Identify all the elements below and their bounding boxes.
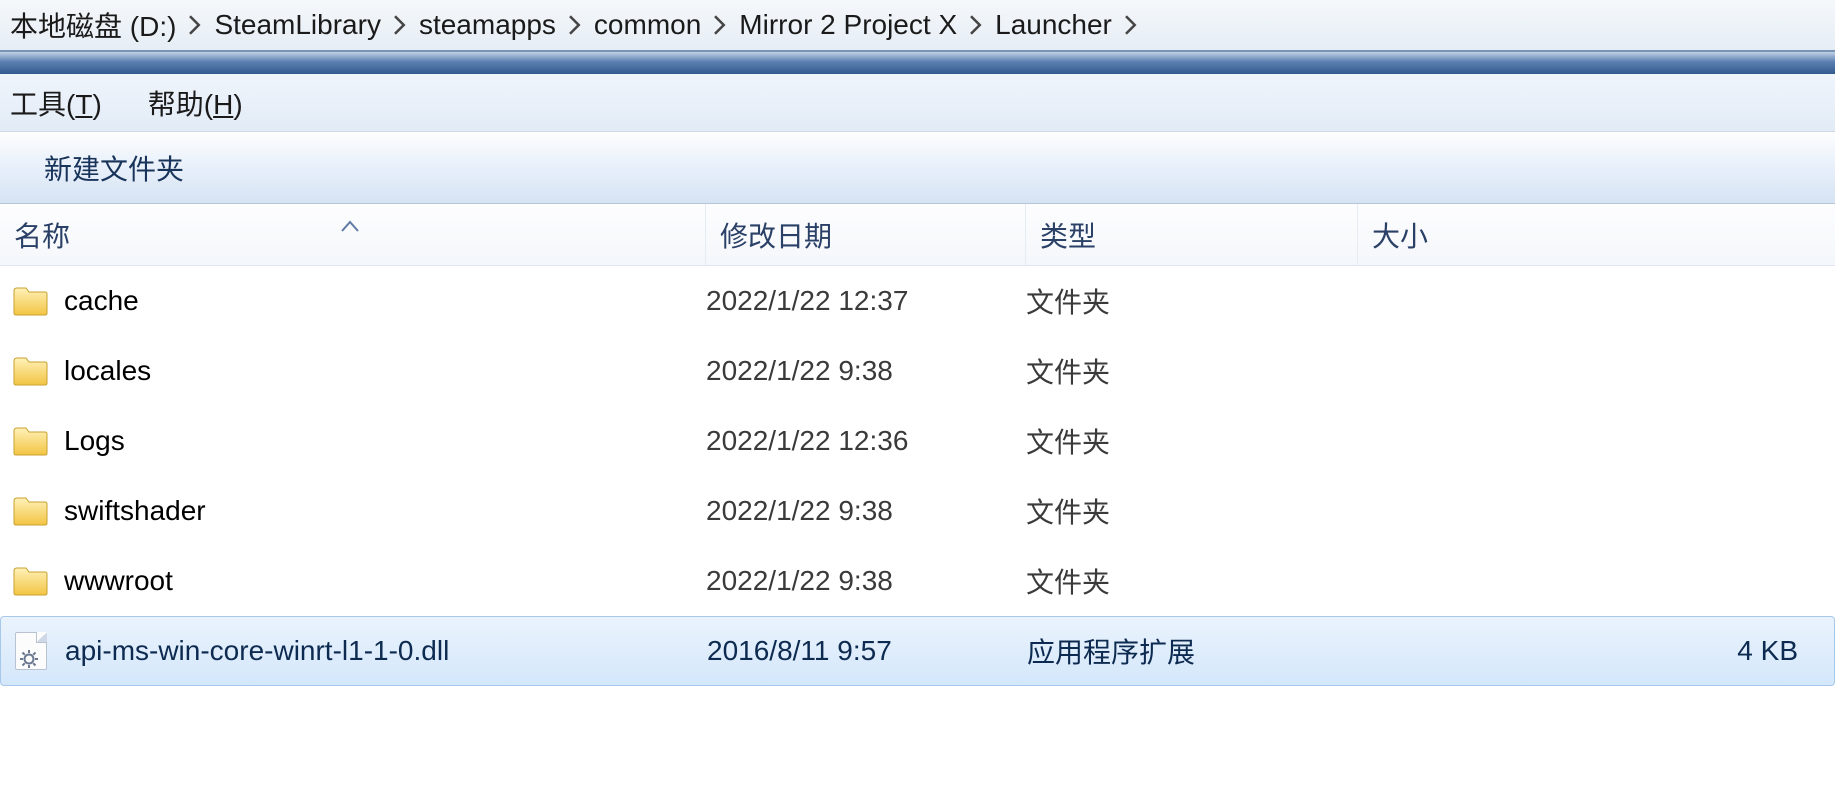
column-header-date[interactable]: 修改日期 <box>706 204 1026 265</box>
chevron-right-icon[interactable] <box>385 15 415 35</box>
column-header-type[interactable]: 类型 <box>1026 204 1358 265</box>
file-row[interactable]: cache 2022/1/22 12:37文件夹 <box>0 266 1835 336</box>
file-date-cell: 2022/1/22 9:38 <box>706 476 1026 546</box>
menu-tools-suffix: ) <box>92 89 101 120</box>
menu-tools-accel: T <box>75 89 92 120</box>
file-name-label: Logs <box>64 425 125 457</box>
menu-help-suffix: ) <box>233 89 242 120</box>
file-name-label: api-ms-win-core-winrt-l1-1-0.dll <box>65 635 449 667</box>
file-date-cell: 2022/1/22 12:36 <box>706 406 1026 476</box>
file-row[interactable]: api-ms-win-core-winrt-l1-1-0.dll 2016/8/1… <box>0 616 1835 686</box>
menu-bar: 工具(T) 帮助(H) <box>0 74 1835 132</box>
file-size-cell <box>1358 546 1835 616</box>
chevron-right-icon[interactable] <box>180 15 210 35</box>
folder-icon <box>10 281 50 321</box>
folder-icon <box>10 351 50 391</box>
file-type-cell: 文件夹 <box>1026 476 1358 546</box>
menu-help-label: 帮助( <box>148 89 213 120</box>
column-header-size-label: 大小 <box>1372 215 1428 255</box>
toolbar: 新建文件夹 <box>0 132 1835 204</box>
file-name-label: wwwroot <box>64 565 173 597</box>
file-date-cell: 2022/1/22 9:38 <box>706 336 1026 406</box>
file-type-cell: 文件夹 <box>1026 546 1358 616</box>
new-folder-button[interactable]: 新建文件夹 <box>44 148 184 188</box>
dll-file-icon <box>11 631 51 671</box>
file-name-cell[interactable]: swiftshader <box>10 476 706 546</box>
file-name-label: cache <box>64 285 139 317</box>
file-type-cell: 应用程序扩展 <box>1027 617 1359 685</box>
file-name-cell[interactable]: wwwroot <box>10 546 706 616</box>
breadcrumb-item[interactable]: SteamLibrary <box>210 9 385 41</box>
file-size-cell <box>1358 336 1835 406</box>
menu-help-accel: H <box>213 89 233 120</box>
file-size-cell: 4 KB <box>1359 617 1834 685</box>
file-name-cell[interactable]: cache <box>10 266 706 336</box>
file-size-cell <box>1358 266 1835 336</box>
menu-tools-label: 工具( <box>10 89 75 120</box>
menu-tools[interactable]: 工具(T) <box>10 83 102 123</box>
folder-icon <box>10 561 50 601</box>
file-row[interactable]: Logs 2022/1/22 12:36文件夹 <box>0 406 1835 476</box>
breadcrumb-item[interactable]: common <box>590 9 705 41</box>
folder-icon <box>10 491 50 531</box>
file-name-cell[interactable]: api-ms-win-core-winrt-l1-1-0.dll <box>11 617 707 685</box>
file-name-label: locales <box>64 355 151 387</box>
file-size-cell <box>1358 476 1835 546</box>
file-name-label: swiftshader <box>64 495 206 527</box>
chevron-right-icon[interactable] <box>560 15 590 35</box>
file-type-cell: 文件夹 <box>1026 406 1358 476</box>
file-row[interactable]: swiftshader 2022/1/22 9:38文件夹 <box>0 476 1835 546</box>
file-list[interactable]: cache2022/1/22 12:37文件夹locales2022/1/22 … <box>0 266 1835 794</box>
file-size-cell <box>1358 406 1835 476</box>
menu-help[interactable]: 帮助(H) <box>148 83 243 123</box>
file-row[interactable]: locales 2022/1/22 9:38文件夹 <box>0 336 1835 406</box>
file-type-cell: 文件夹 <box>1026 336 1358 406</box>
breadcrumb-item[interactable]: Launcher <box>991 9 1116 41</box>
column-header-name-label: 名称 <box>14 215 70 255</box>
breadcrumb-item[interactable]: 本地磁盘 (D:) <box>6 5 180 45</box>
column-header-type-label: 类型 <box>1040 215 1096 255</box>
chevron-right-icon[interactable] <box>1116 15 1146 35</box>
column-header-row: 名称 修改日期 类型 大小 <box>0 204 1835 266</box>
gear-icon <box>20 643 38 661</box>
file-name-cell[interactable]: Logs <box>10 406 706 476</box>
file-row[interactable]: wwwroot 2022/1/22 9:38文件夹 <box>0 546 1835 616</box>
column-header-date-label: 修改日期 <box>720 215 832 255</box>
chevron-right-icon[interactable] <box>961 15 991 35</box>
address-bar[interactable]: 本地磁盘 (D:) SteamLibrary steamapps common … <box>0 0 1835 52</box>
sort-ascending-icon <box>340 208 360 240</box>
breadcrumb-item[interactable]: steamapps <box>415 9 560 41</box>
file-date-cell: 2022/1/22 9:38 <box>706 546 1026 616</box>
file-type-cell: 文件夹 <box>1026 266 1358 336</box>
chevron-right-icon[interactable] <box>705 15 735 35</box>
breadcrumb-item[interactable]: Mirror 2 Project X <box>735 9 961 41</box>
file-date-cell: 2016/8/11 9:57 <box>707 617 1027 685</box>
column-header-size[interactable]: 大小 <box>1358 204 1835 265</box>
toolbar-strip <box>0 52 1835 74</box>
file-date-cell: 2022/1/22 12:37 <box>706 266 1026 336</box>
folder-icon <box>10 421 50 461</box>
file-name-cell[interactable]: locales <box>10 336 706 406</box>
